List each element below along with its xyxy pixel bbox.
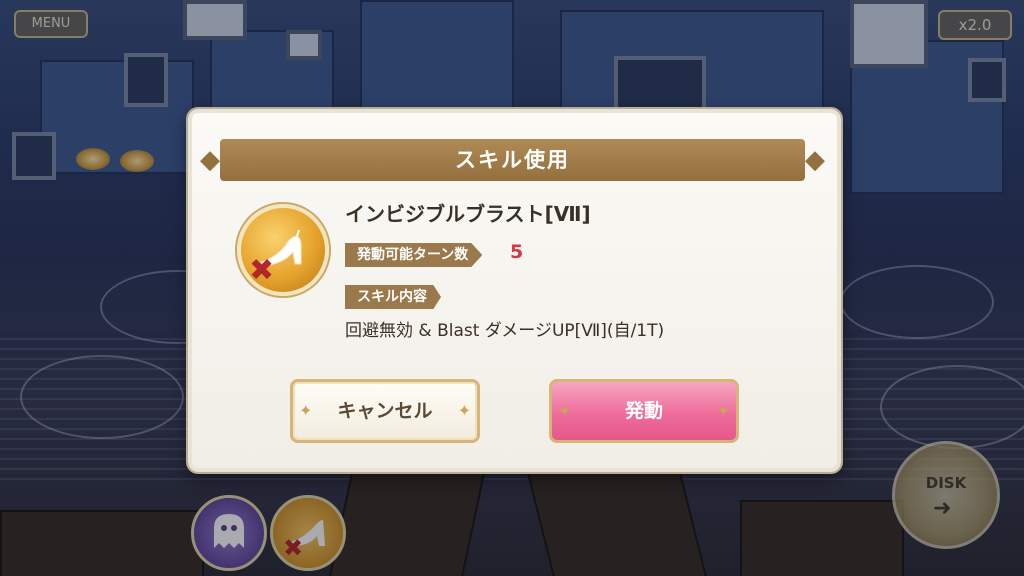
- dialog-title: スキル使用: [455, 148, 570, 172]
- ornament-right-icon: ◆: [805, 145, 827, 175]
- x-mark-icon: ✖: [249, 253, 275, 288]
- cancel-button-label: キャンセル: [337, 400, 433, 422]
- activate-button-label: 発動: [624, 400, 663, 422]
- dialog-title-banner: ◆ スキル使用 ◆: [200, 139, 825, 181]
- activate-button[interactable]: ✦ 発動 ✦: [549, 379, 739, 443]
- description-label-badge: スキル内容: [345, 285, 441, 309]
- ornament-left-icon: ✦: [558, 401, 572, 420]
- turn-label-badge: 発動可能ターン数: [345, 243, 483, 267]
- skill-use-dialog: ◆ スキル使用 ◆ ✖ インビジブルブラスト[Ⅶ] 発動可能ターン数 5 スキル…: [188, 109, 841, 472]
- skill-icon: ✖: [237, 204, 329, 296]
- cancel-button[interactable]: ✦ キャンセル ✦: [290, 379, 480, 443]
- skill-name: インビジブルブラスト[Ⅶ]: [345, 202, 591, 226]
- skill-description: 回避無効 & Blast ダメージUP[Ⅶ](自/1T): [345, 321, 665, 341]
- ornament-right-icon: ✦: [716, 401, 730, 420]
- ornament-left-icon: ◆: [200, 145, 222, 175]
- ornament-right-icon: ✦: [457, 401, 471, 420]
- turn-value: 5: [510, 241, 524, 263]
- ornament-left-icon: ✦: [299, 401, 313, 420]
